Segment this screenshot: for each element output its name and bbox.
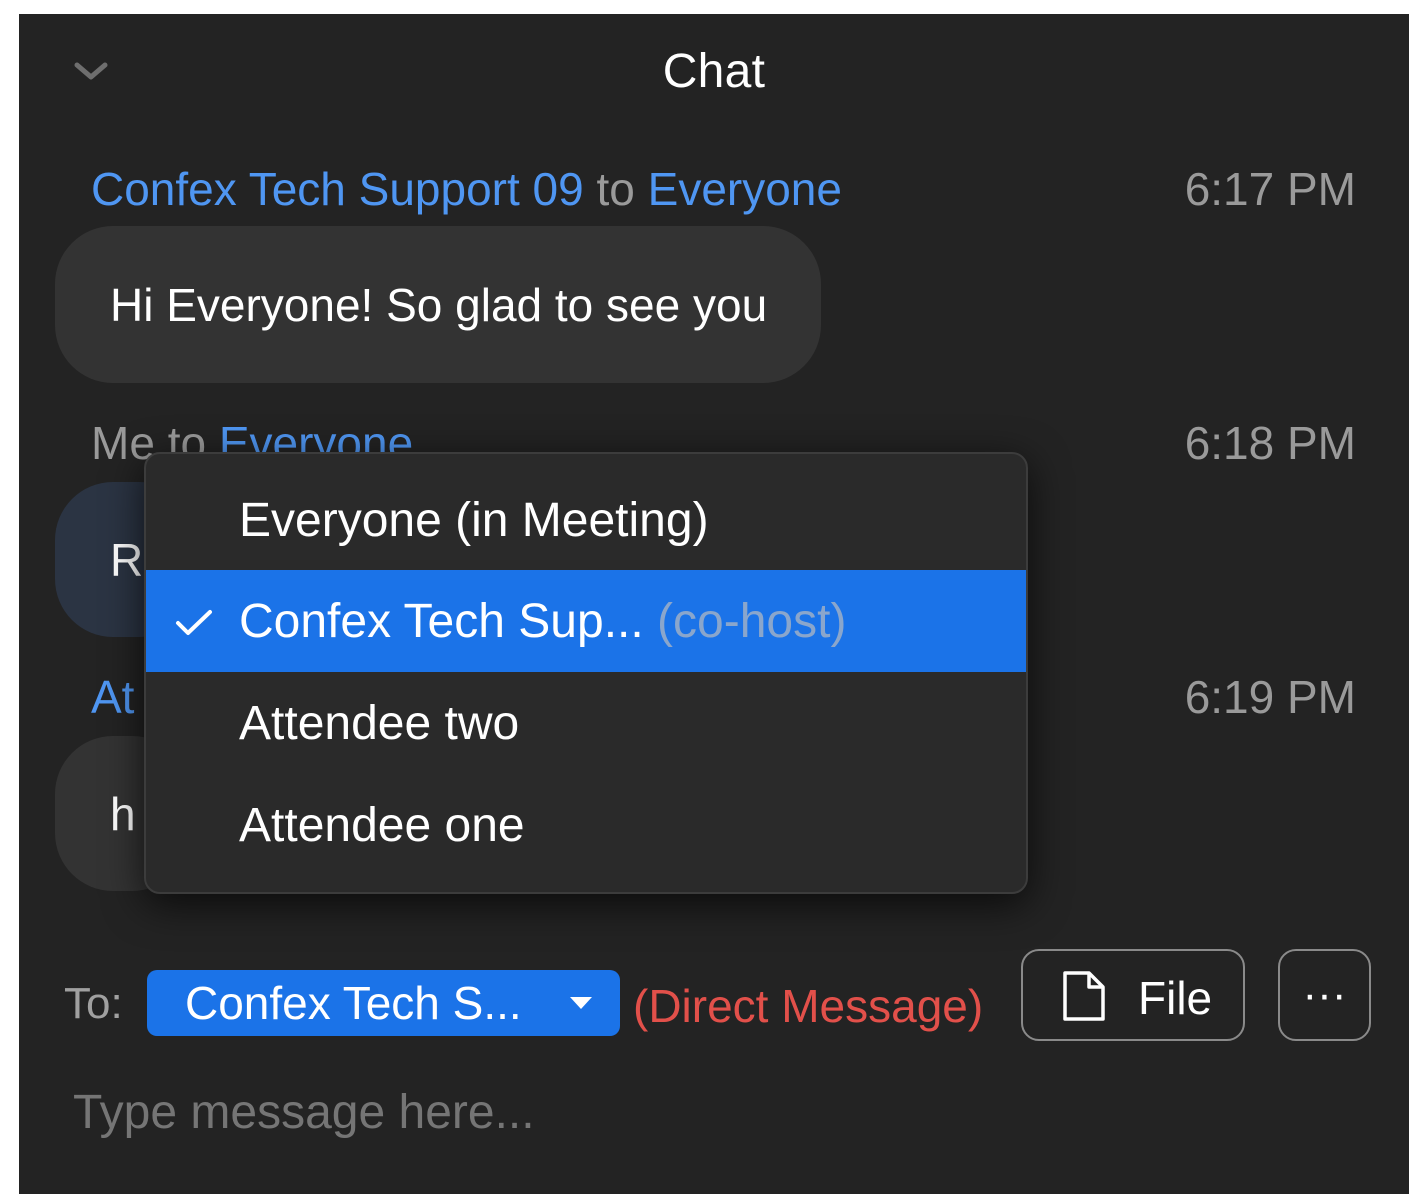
more-icon: ···: [1302, 970, 1347, 1019]
menu-item-everyone[interactable]: Everyone (in Meeting): [146, 469, 1026, 571]
recipient-select[interactable]: Confex Tech S...: [147, 970, 620, 1036]
message-text: h: [110, 787, 136, 840]
message-bubble[interactable]: Hi Everyone! So glad to see you: [55, 226, 822, 383]
recipient-select-value: Confex Tech S...: [185, 977, 522, 1029]
message-text: R: [110, 533, 144, 586]
menu-item-attendee-one[interactable]: Attendee one: [146, 774, 1026, 876]
direct-message-label: (Direct Message): [633, 980, 984, 1032]
message-connector: to: [596, 163, 635, 215]
checkmark-icon: [176, 610, 212, 635]
to-label: To:: [64, 979, 123, 1028]
message-time: 6:19 PM: [1184, 671, 1356, 723]
message-header: At: [91, 670, 134, 724]
message-input[interactable]: [71, 1084, 1335, 1141]
sender-name[interactable]: At: [91, 671, 134, 723]
chat-panel: Chat Confex Tech Support 09 to Everyone …: [19, 14, 1409, 1194]
menu-item-label: Attendee two: [239, 696, 520, 750]
message-time: 6:18 PM: [1184, 417, 1356, 469]
composer-to-row: To: Confex Tech S... (Direct Message) Fi…: [19, 949, 1409, 1044]
recipient-menu: Everyone (in Meeting) Confex Tech Sup...…: [144, 452, 1028, 894]
more-options-button[interactable]: ···: [1278, 949, 1371, 1041]
recipient-name[interactable]: Everyone: [648, 163, 842, 215]
chat-header: Chat: [19, 14, 1409, 134]
file-button[interactable]: File: [1021, 949, 1245, 1041]
page-title: Chat: [662, 45, 766, 98]
document-icon: [1063, 971, 1105, 1021]
role-suffix: (co-host): [657, 594, 847, 648]
menu-item-label: Everyone (in Meeting): [239, 493, 709, 547]
message-text: Hi Everyone! So glad to see you: [110, 278, 768, 331]
menu-item-label: Attendee one: [239, 798, 525, 852]
menu-item-attendee-two[interactable]: Attendee two: [146, 672, 1026, 774]
menu-item-label: Confex Tech Sup...: [239, 594, 644, 648]
message-header: Confex Tech Support 09 to Everyone: [91, 162, 842, 216]
sender-name[interactable]: Confex Tech Support 09: [91, 163, 584, 215]
message-time: 6:17 PM: [1184, 163, 1356, 215]
menu-item-confex-tech-support[interactable]: Confex Tech Sup... (co-host): [146, 570, 1026, 672]
caret-down-icon: [570, 997, 592, 1009]
file-button-label: File: [1138, 972, 1213, 1024]
